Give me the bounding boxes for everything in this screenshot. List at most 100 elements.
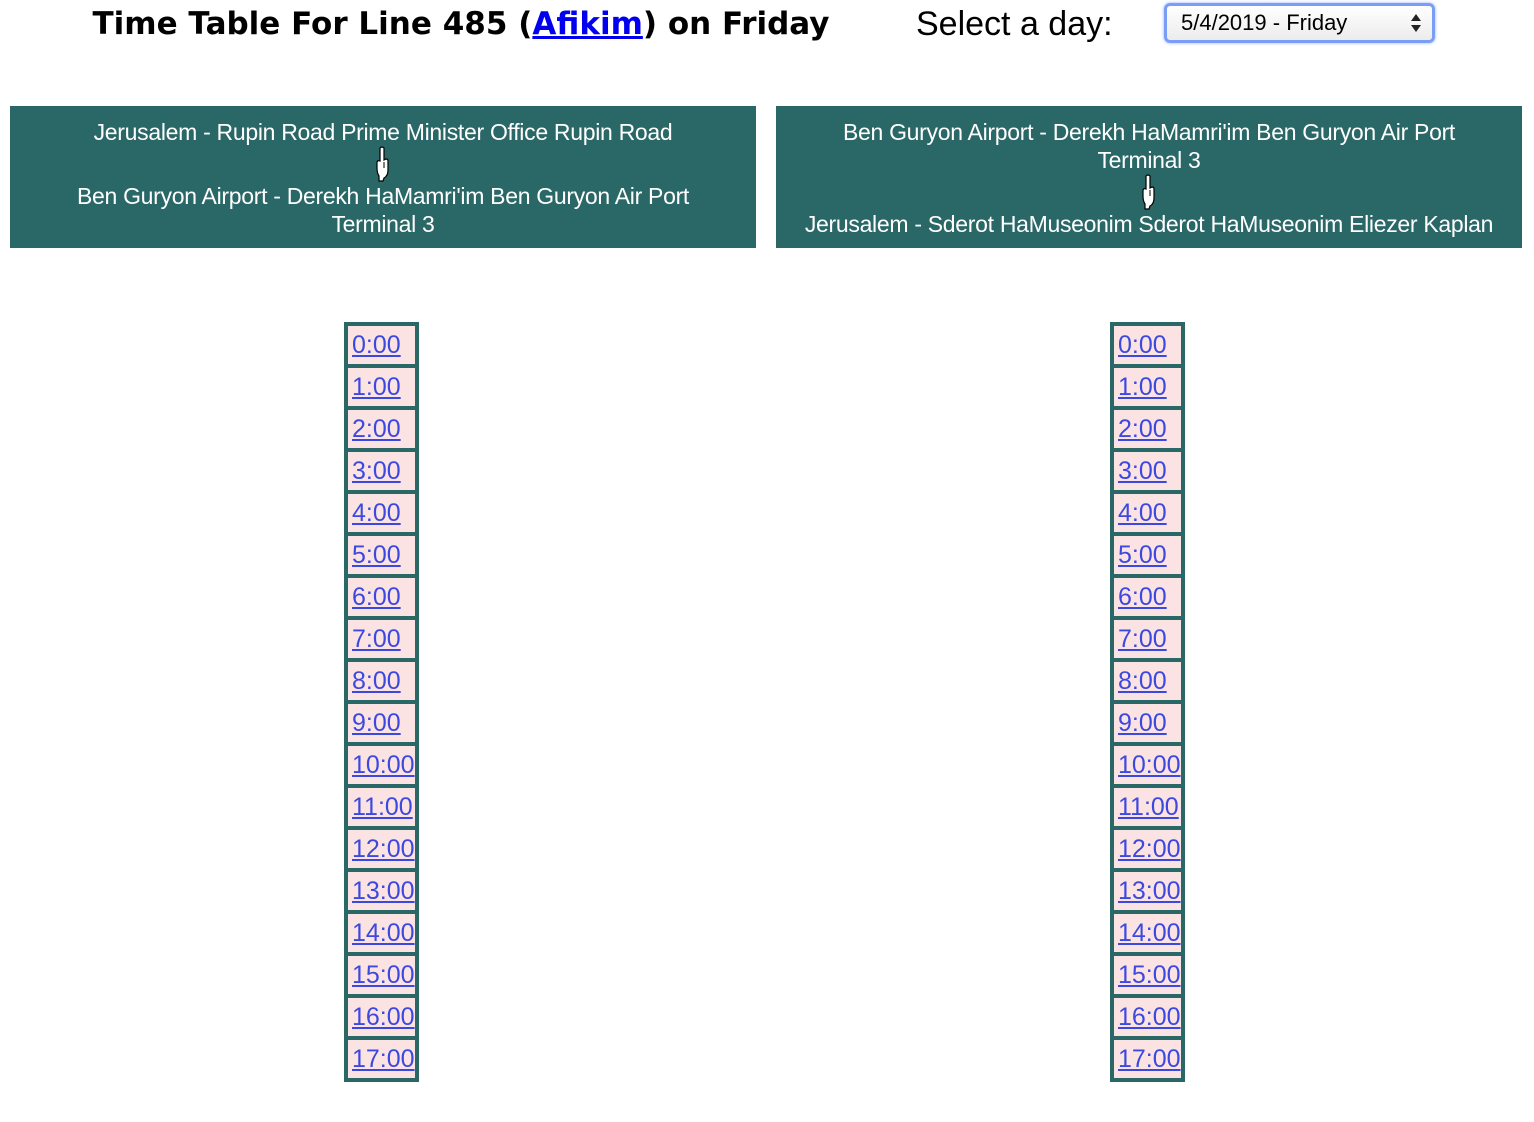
hour-link[interactable]: 1:00 <box>1118 373 1167 401</box>
hour-link[interactable]: 10:00 <box>1118 751 1181 779</box>
hour-link[interactable]: 16:00 <box>1118 1003 1181 1031</box>
hour-row: 12:00 <box>1112 828 1183 870</box>
hour-link[interactable]: 13:00 <box>352 877 415 905</box>
hour-link[interactable]: 8:00 <box>1118 667 1167 695</box>
origin-stop-line2: Terminal 3 <box>1097 147 1201 173</box>
hour-link[interactable]: 14:00 <box>352 919 415 947</box>
hour-link[interactable]: 15:00 <box>352 961 415 989</box>
hour-row: 2:00 <box>346 408 417 450</box>
hour-row: 17:00 <box>1112 1038 1183 1080</box>
hour-cell: 3:00 <box>1112 450 1183 492</box>
hours-table-direction-1: 0:00 1:00 2:00 3:00 4:00 5:00 6:00 7:00 8:00 9:00… <box>344 322 419 1082</box>
title-prefix: Time Table For Line 485 ( <box>92 6 533 42</box>
hour-link[interactable]: 16:00 <box>352 1003 415 1031</box>
hour-cell: 4:00 <box>346 492 417 534</box>
destination-stop-line1: Ben Guryon Airport - Derekh HaMamri'im B… <box>76 183 690 209</box>
pointing-down-hand-icon <box>376 146 389 182</box>
hour-cell: 9:00 <box>346 702 417 744</box>
hour-link[interactable]: 7:00 <box>352 625 401 653</box>
hour-row: 8:00 <box>1112 660 1183 702</box>
hour-link[interactable]: 15:00 <box>1118 961 1181 989</box>
hour-cell: 11:00 <box>346 786 417 828</box>
hour-row: 7:00 <box>1112 618 1183 660</box>
hour-link[interactable]: 12:00 <box>352 835 415 863</box>
hour-cell: 5:00 <box>346 534 417 576</box>
hour-row: 5:00 <box>1112 534 1183 576</box>
hour-cell: 10:00 <box>346 744 417 786</box>
hour-link[interactable]: 3:00 <box>1118 457 1167 485</box>
select-day-label: Select a day: <box>916 5 1113 43</box>
hour-link[interactable]: 2:00 <box>1118 415 1167 443</box>
hour-cell: 6:00 <box>346 576 417 618</box>
hour-row: 4:00 <box>346 492 417 534</box>
hour-cell: 11:00 <box>1112 786 1183 828</box>
hour-cell: 3:00 <box>346 450 417 492</box>
select-arrows-icon <box>1411 14 1421 32</box>
hour-cell: 4:00 <box>1112 492 1183 534</box>
hour-link[interactable]: 5:00 <box>1118 541 1167 569</box>
hour-cell: 9:00 <box>1112 702 1183 744</box>
destination-stop-line2: Terminal 3 <box>331 211 435 237</box>
hour-cell: 0:00 <box>1112 324 1183 366</box>
hour-link[interactable]: 2:00 <box>352 415 401 443</box>
hour-cell: 16:00 <box>346 996 417 1038</box>
hour-link[interactable]: 9:00 <box>1118 709 1167 737</box>
hour-link[interactable]: 6:00 <box>1118 583 1167 611</box>
hour-link[interactable]: 11:00 <box>352 793 413 821</box>
hour-link[interactable]: 4:00 <box>1118 499 1167 527</box>
hour-link[interactable]: 17:00 <box>1118 1045 1181 1073</box>
hour-cell: 15:00 <box>1112 954 1183 996</box>
page-title: Time Table For Line 485 (Afikim) on Frid… <box>0 2 922 46</box>
hour-row: 9:00 <box>1112 702 1183 744</box>
hour-row: 3:00 <box>1112 450 1183 492</box>
operator-link[interactable]: Afikim <box>532 6 643 42</box>
day-select[interactable]: 5/4/2019 - Friday <box>1164 3 1435 43</box>
hour-link[interactable]: 0:00 <box>1118 331 1167 359</box>
hour-link[interactable]: 3:00 <box>352 457 401 485</box>
hour-link[interactable]: 8:00 <box>352 667 401 695</box>
hour-link[interactable]: 11:00 <box>1118 793 1179 821</box>
hour-cell: 14:00 <box>1112 912 1183 954</box>
hour-cell: 7:00 <box>1112 618 1183 660</box>
hour-link[interactable]: 13:00 <box>1118 877 1181 905</box>
hour-cell: 14:00 <box>346 912 417 954</box>
hour-link[interactable]: 1:00 <box>352 373 401 401</box>
hour-cell: 1:00 <box>346 366 417 408</box>
hour-cell: 0:00 <box>346 324 417 366</box>
hour-link[interactable]: 17:00 <box>352 1045 415 1073</box>
hour-cell: 8:00 <box>346 660 417 702</box>
hour-link[interactable]: 9:00 <box>352 709 401 737</box>
hour-row: 12:00 <box>346 828 417 870</box>
hour-row: 17:00 <box>346 1038 417 1080</box>
hour-link[interactable]: 12:00 <box>1118 835 1181 863</box>
hour-cell: 1:00 <box>1112 366 1183 408</box>
hour-link[interactable]: 10:00 <box>352 751 415 779</box>
hour-row: 13:00 <box>346 870 417 912</box>
hour-link[interactable]: 5:00 <box>352 541 401 569</box>
hour-link[interactable]: 6:00 <box>352 583 401 611</box>
direction-header-1: Jerusalem - Rupin Road Prime Minister Of… <box>10 106 756 248</box>
day-select-value: 5/4/2019 - Friday <box>1181 10 1348 35</box>
hour-row: 10:00 <box>1112 744 1183 786</box>
hour-row: 5:00 <box>346 534 417 576</box>
hour-row: 13:00 <box>1112 870 1183 912</box>
direction-header-2: Ben Guryon Airport - Derekh HaMamri'im B… <box>776 106 1522 248</box>
destination-stop: Jerusalem - Sderot HaMuseonim Sderot HaM… <box>804 211 1494 237</box>
hour-row: 14:00 <box>346 912 417 954</box>
hour-row: 0:00 <box>346 324 417 366</box>
hour-link[interactable]: 0:00 <box>352 331 401 359</box>
hour-row: 1:00 <box>346 366 417 408</box>
hour-link[interactable]: 7:00 <box>1118 625 1167 653</box>
hour-row: 6:00 <box>346 576 417 618</box>
hour-row: 15:00 <box>1112 954 1183 996</box>
hour-row: 0:00 <box>1112 324 1183 366</box>
hour-cell: 17:00 <box>1112 1038 1183 1080</box>
hour-cell: 12:00 <box>346 828 417 870</box>
hour-row: 6:00 <box>1112 576 1183 618</box>
hour-link[interactable]: 4:00 <box>352 499 401 527</box>
hour-cell: 8:00 <box>1112 660 1183 702</box>
hour-row: 3:00 <box>346 450 417 492</box>
hours-table-direction-2: 0:00 1:00 2:00 3:00 4:00 5:00 6:00 7:00 8:00 9:00… <box>1110 322 1185 1082</box>
origin-stop: Jerusalem - Rupin Road Prime Minister Of… <box>93 119 673 145</box>
hour-link[interactable]: 14:00 <box>1118 919 1181 947</box>
